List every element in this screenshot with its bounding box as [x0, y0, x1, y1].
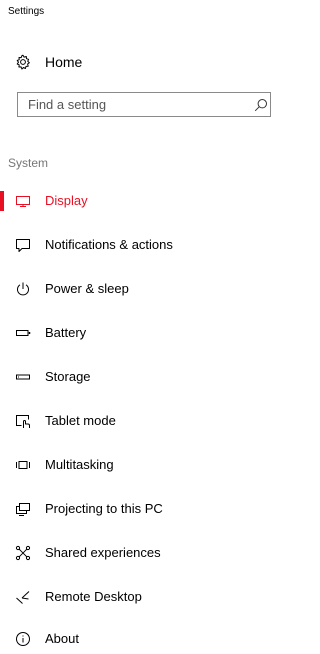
window-title: Settings [8, 6, 45, 17]
battery-icon [15, 325, 31, 341]
nav-item-notifications[interactable]: Notifications & actions [0, 230, 272, 260]
projecting-icon [15, 501, 31, 517]
selection-indicator [0, 191, 4, 211]
nav-item-label: Tablet mode [45, 413, 116, 428]
nav-item-label: Shared experiences [45, 545, 161, 560]
nav-item-label: Display [45, 193, 88, 208]
nav-item-shared-experiences[interactable]: Shared experiences [0, 538, 272, 568]
nav-item-tablet-mode[interactable]: Tablet mode [0, 406, 272, 436]
nav-item-label: Notifications & actions [45, 237, 173, 252]
nav-item-display[interactable]: Display [0, 186, 272, 216]
section-header-system: System [8, 156, 49, 170]
gear-icon [15, 54, 31, 70]
nav-item-label: Battery [45, 325, 87, 340]
home-label: Home [45, 54, 83, 70]
nav-item-label: Storage [45, 369, 91, 384]
nav-item-multitasking[interactable]: Multitasking [0, 450, 272, 480]
nav-item-storage[interactable]: Storage [0, 362, 272, 392]
power-icon [15, 281, 31, 297]
nav-item-label: Projecting to this PC [45, 501, 163, 516]
monitor-icon [15, 193, 31, 209]
nav-item-label: Remote Desktop [45, 589, 142, 604]
nav-item-battery[interactable]: Battery [0, 318, 272, 348]
multitasking-icon [15, 457, 31, 473]
search-box[interactable] [17, 92, 271, 117]
nav-item-remote-desktop[interactable]: Remote Desktop [0, 582, 272, 612]
nav-item-power-sleep[interactable]: Power & sleep [0, 274, 272, 304]
notification-icon [15, 237, 31, 253]
shared-experiences-icon [15, 545, 31, 561]
nav-item-label: Power & sleep [45, 281, 129, 296]
search-input[interactable] [18, 93, 248, 116]
remote-desktop-icon [15, 589, 31, 605]
tablet-mode-icon [15, 413, 31, 429]
info-icon [15, 631, 31, 647]
nav-item-projecting[interactable]: Projecting to this PC [0, 494, 272, 524]
nav-item-label: About [45, 631, 79, 646]
home-nav-item[interactable]: Home [0, 50, 272, 74]
search-icon[interactable] [254, 98, 268, 112]
storage-icon [15, 369, 31, 385]
nav-item-label: Multitasking [45, 457, 114, 472]
